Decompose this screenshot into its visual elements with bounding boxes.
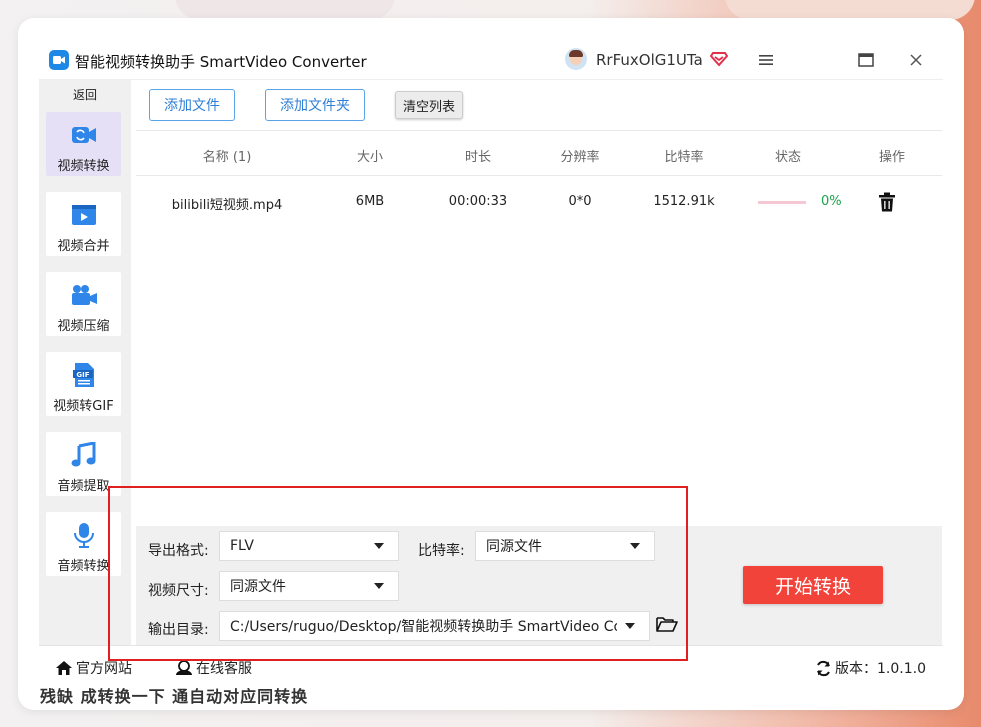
table-row[interactable]: bilibili短视频.mp4 6MB 00:00:33 0*0 1512.91… <box>136 178 942 226</box>
app-window: 智能视频转换助手 SmartVideo Converter RrFuxOlG1U… <box>39 40 943 690</box>
sidebar-item-audio-extract[interactable]: 音频提取 <box>46 432 121 496</box>
video-convert-logo-icon <box>49 50 69 70</box>
close-icon[interactable] <box>906 50 926 70</box>
vip-diamond-icon[interactable] <box>710 49 728 67</box>
video-size-label: 视频尺寸: <box>148 583 209 599</box>
app-title: 智能视频转换助手 SmartVideo Converter <box>75 53 367 71</box>
add-folder-button[interactable]: 添加文件夹 <box>265 89 365 121</box>
background-blob <box>725 0 975 20</box>
video-camera-icon <box>72 285 97 305</box>
column-header-actions[interactable]: 操作 <box>879 146 905 165</box>
trash-icon[interactable] <box>878 192 896 212</box>
file-name: bilibili短视频.mp4 <box>171 198 283 213</box>
version-info[interactable]: 版本：1.0.1.0 <box>815 658 926 678</box>
file-bitrate: 1512.91k <box>653 194 715 209</box>
start-convert-button[interactable]: 开始转换 <box>743 566 883 604</box>
add-file-button[interactable]: 添加文件 <box>149 89 235 121</box>
official-website-link[interactable]: 官方网站 <box>55 658 132 678</box>
format-label: 导出格式: <box>148 543 209 559</box>
format-select[interactable]: FLV <box>219 531 399 561</box>
format-select-value: FLV <box>230 538 254 554</box>
sidebar-item-video-compress[interactable]: 视频压缩 <box>46 272 121 336</box>
gif-file-icon: GIF <box>73 363 94 387</box>
sidebar-item-label: 视频压缩 <box>57 319 110 334</box>
progress-percent: 0% <box>821 194 842 209</box>
output-dir-select[interactable]: C:/Users/ruguo/Desktop/智能视频转换助手 SmartVid… <box>219 611 650 641</box>
online-support-link[interactable]: 在线客服 <box>175 658 252 678</box>
chevron-down-icon <box>625 623 635 629</box>
clear-list-button[interactable]: 清空列表 <box>395 91 463 119</box>
bitrate-select-value: 同源文件 <box>486 539 542 555</box>
column-header-name[interactable]: 名称 (1) <box>203 146 252 165</box>
sidebar-item-label: 音频转换 <box>57 559 110 574</box>
online-support-label: 在线客服 <box>196 661 252 677</box>
chevron-down-icon <box>630 543 640 549</box>
chevron-down-icon <box>374 583 384 589</box>
sidebar-item-video-convert[interactable]: 视频转换 <box>46 112 121 176</box>
svg-text:GIF: GIF <box>76 371 89 379</box>
background-blob <box>175 0 395 20</box>
progress-bar <box>758 201 806 204</box>
video-merge-icon <box>72 205 96 225</box>
sidebar-item-label: 视频合并 <box>57 239 110 254</box>
bitrate-select[interactable]: 同源文件 <box>475 531 655 561</box>
sidebar-item-label: 视频转换 <box>57 159 110 174</box>
column-header-status[interactable]: 状态 <box>775 146 801 165</box>
home-icon <box>56 661 72 675</box>
official-website-label: 官方网站 <box>76 661 132 677</box>
sidebar-item-audio-convert[interactable]: 音频转换 <box>46 512 121 576</box>
file-table-header: 名称 (1) 大小 时长 分辨率 比特率 状态 操作 <box>136 130 942 176</box>
chevron-down-icon <box>374 543 384 549</box>
username[interactable]: RrFuxOlG1UTa <box>596 51 703 69</box>
file-size: 6MB <box>355 194 385 209</box>
folder-open-icon[interactable] <box>656 615 678 633</box>
column-header-size[interactable]: 大小 <box>357 146 383 165</box>
column-header-bitrate[interactable]: 比特率 <box>664 146 703 165</box>
column-header-resolution[interactable]: 分辨率 <box>560 146 599 165</box>
file-resolution: 0*0 <box>568 194 592 209</box>
user-avatar[interactable] <box>565 48 587 70</box>
column-header-duration[interactable]: 时长 <box>465 146 491 165</box>
microphone-icon <box>74 523 94 548</box>
video-convert-icon <box>72 127 96 143</box>
menu-icon[interactable] <box>756 50 776 70</box>
output-dir-label: 输出目录: <box>148 622 209 638</box>
bitrate-label: 比特率: <box>418 543 465 559</box>
sidebar-item-video-merge[interactable]: 视频合并 <box>46 192 121 256</box>
music-note-icon <box>71 442 96 467</box>
background-partial-text: 残缺 成转换一下 通自动对应同转换 <box>40 687 309 706</box>
support-agent-icon <box>176 660 192 675</box>
sidebar: 返回 视频转换 视频合并 视频压缩 GIF 视频转GIF 音频提取 音频转换 <box>39 80 131 645</box>
video-size-select-value: 同源文件 <box>230 579 286 595</box>
export-settings-panel: 导出格式: FLV 比特率: 同源文件 视频尺寸: 同源文件 输出目录: C:/… <box>136 526 942 645</box>
refresh-icon <box>817 660 830 676</box>
maximize-icon[interactable] <box>856 50 876 70</box>
title-bar: 智能视频转换助手 SmartVideo Converter RrFuxOlG1U… <box>39 40 943 80</box>
back-button[interactable]: 返回 <box>39 86 131 103</box>
sidebar-item-label: 音频提取 <box>57 479 110 494</box>
output-dir-value: C:/Users/ruguo/Desktop/智能视频转换助手 SmartVid… <box>230 619 617 635</box>
video-size-select[interactable]: 同源文件 <box>219 571 399 601</box>
version-label: 版本：1.0.1.0 <box>835 661 926 677</box>
sidebar-item-video-gif[interactable]: GIF 视频转GIF <box>46 352 121 416</box>
file-duration: 00:00:33 <box>448 194 508 209</box>
sidebar-item-label: 视频转GIF <box>53 399 114 414</box>
